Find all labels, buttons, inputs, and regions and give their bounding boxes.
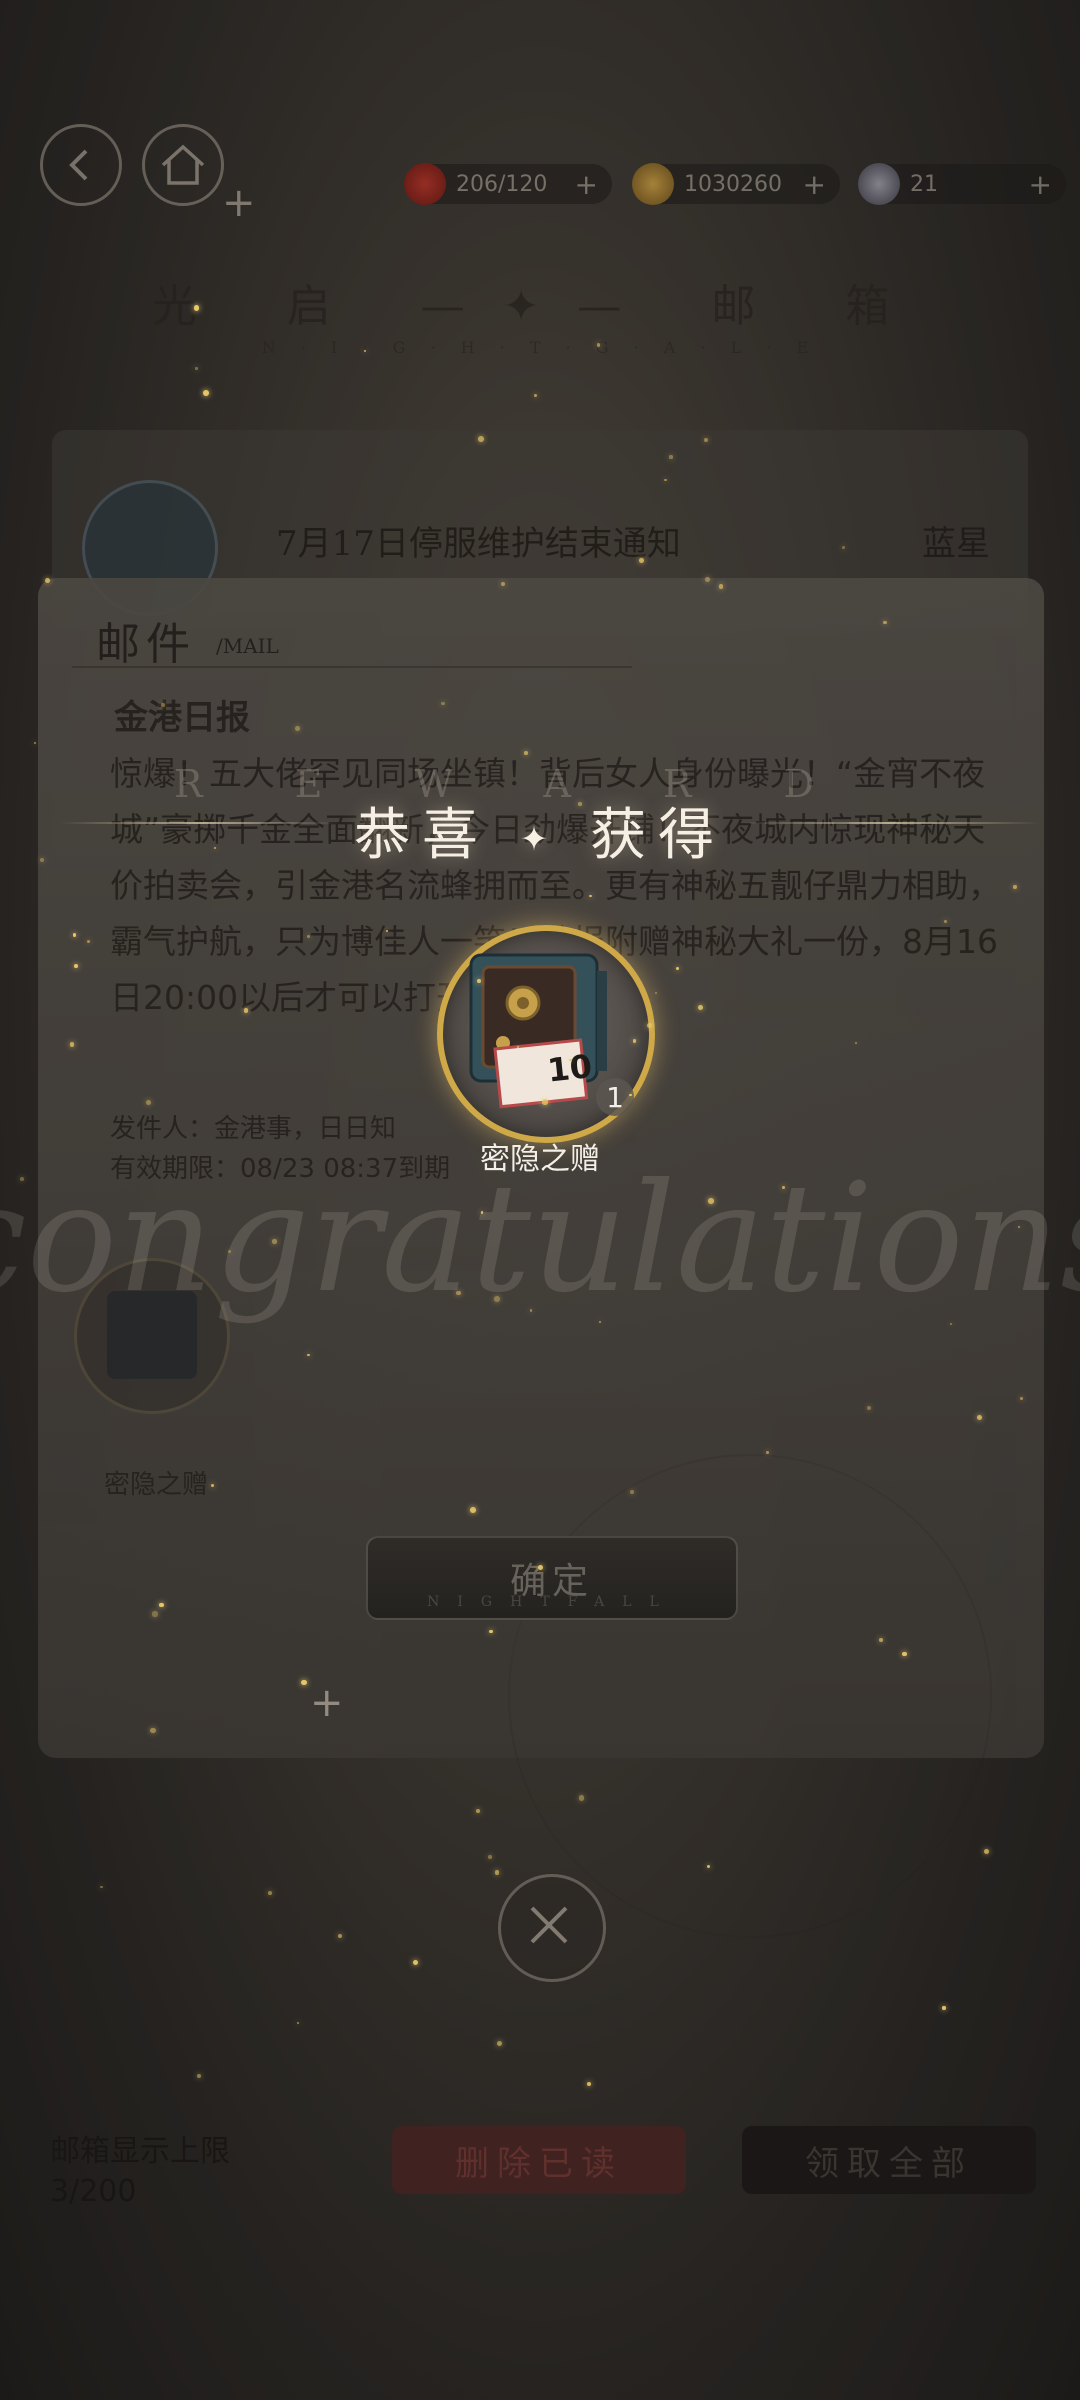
gold-sparkle — [152, 1611, 158, 1617]
gold-sparkle — [301, 1679, 307, 1686]
reward-headline: 恭喜 ✦ 获得 — [0, 790, 1080, 871]
gold-sparkle — [73, 964, 78, 969]
gold-sparkle — [45, 578, 51, 583]
gold-sparkle — [867, 1405, 872, 1410]
gold-sparkle — [211, 1483, 215, 1487]
gold-sparkle — [477, 435, 484, 442]
headline-left: 恭喜 — [353, 803, 490, 868]
gold-sparkle — [487, 1855, 492, 1859]
gold-sparkle — [489, 1629, 493, 1634]
gold-sparkle — [706, 1865, 710, 1869]
gold-sparkle — [639, 558, 645, 563]
gold-sparkle — [441, 701, 445, 706]
gold-sparkle — [480, 1211, 484, 1214]
close-button[interactable] — [498, 1874, 606, 1982]
gold-sparkle — [708, 1197, 715, 1204]
gold-sparkle — [161, 702, 166, 707]
svg-text:10: 10 — [546, 1047, 594, 1089]
gold-sparkle — [294, 726, 300, 732]
gold-sparkle — [703, 437, 708, 442]
close-icon — [530, 1906, 568, 1944]
gold-sparkle — [150, 1727, 156, 1734]
gold-sparkle — [977, 1414, 983, 1420]
gold-sparkle — [197, 2074, 201, 2078]
svg-text:congratulations: congratulations — [0, 1152, 1080, 1326]
gold-sparkle — [195, 367, 198, 370]
gold-sparkle — [983, 1848, 989, 1854]
gold-sparkle — [578, 802, 582, 806]
gold-sparkle — [588, 894, 592, 898]
gold-sparkle — [705, 577, 710, 583]
gold-sparkle — [781, 1185, 785, 1189]
gold-sparkle — [943, 920, 947, 924]
gold-sparkle — [193, 305, 200, 311]
gold-sparkle — [569, 1058, 572, 1062]
gold-sparkle — [20, 1176, 24, 1181]
gold-sparkle — [69, 1042, 75, 1047]
gold-sparkle — [1013, 884, 1018, 889]
gold-sparkle — [629, 1489, 634, 1494]
gold-sparkle — [718, 584, 724, 589]
gold-sparkle — [73, 933, 77, 937]
gold-sparkle — [456, 1290, 461, 1296]
gold-sparkle — [494, 1870, 499, 1875]
gold-sparkle — [86, 940, 90, 944]
confirm-sublabel: NIGHTFALL — [427, 1594, 677, 1610]
gold-sparkle — [203, 390, 209, 396]
gold-sparkle — [632, 1039, 637, 1043]
reward-item-name: 密隐之赠 — [480, 1142, 600, 1177]
headline-right: 获得 — [590, 803, 727, 868]
gold-sparkle — [501, 581, 506, 586]
gold-sparkle — [902, 1651, 907, 1657]
four-point-star-icon: ✦ — [519, 819, 561, 860]
gold-sparkle — [654, 991, 657, 994]
gold-sparkle — [100, 1885, 103, 1889]
gold-sparkle — [524, 751, 528, 755]
gold-sparkle — [765, 1450, 769, 1454]
gold-sparkle — [494, 1296, 501, 1302]
gold-sparkle — [842, 545, 845, 549]
gold-sparkle — [542, 1099, 548, 1105]
gold-sparkle — [942, 2006, 946, 2010]
confirm-button[interactable]: 确定 NIGHTFALL — [366, 1536, 738, 1620]
sparkle-cross-icon: + — [310, 1680, 344, 1726]
gold-sparkle — [596, 343, 600, 347]
gold-sparkle — [533, 393, 537, 397]
gold-sparkle — [363, 349, 367, 352]
gold-sparkle — [272, 1239, 277, 1244]
gold-sparkle — [578, 1795, 584, 1801]
gold-sparkle — [469, 1506, 476, 1513]
reward-count: 1 — [596, 1078, 634, 1116]
gold-sparkle — [537, 1565, 543, 1571]
gold-sparkle — [668, 455, 673, 460]
